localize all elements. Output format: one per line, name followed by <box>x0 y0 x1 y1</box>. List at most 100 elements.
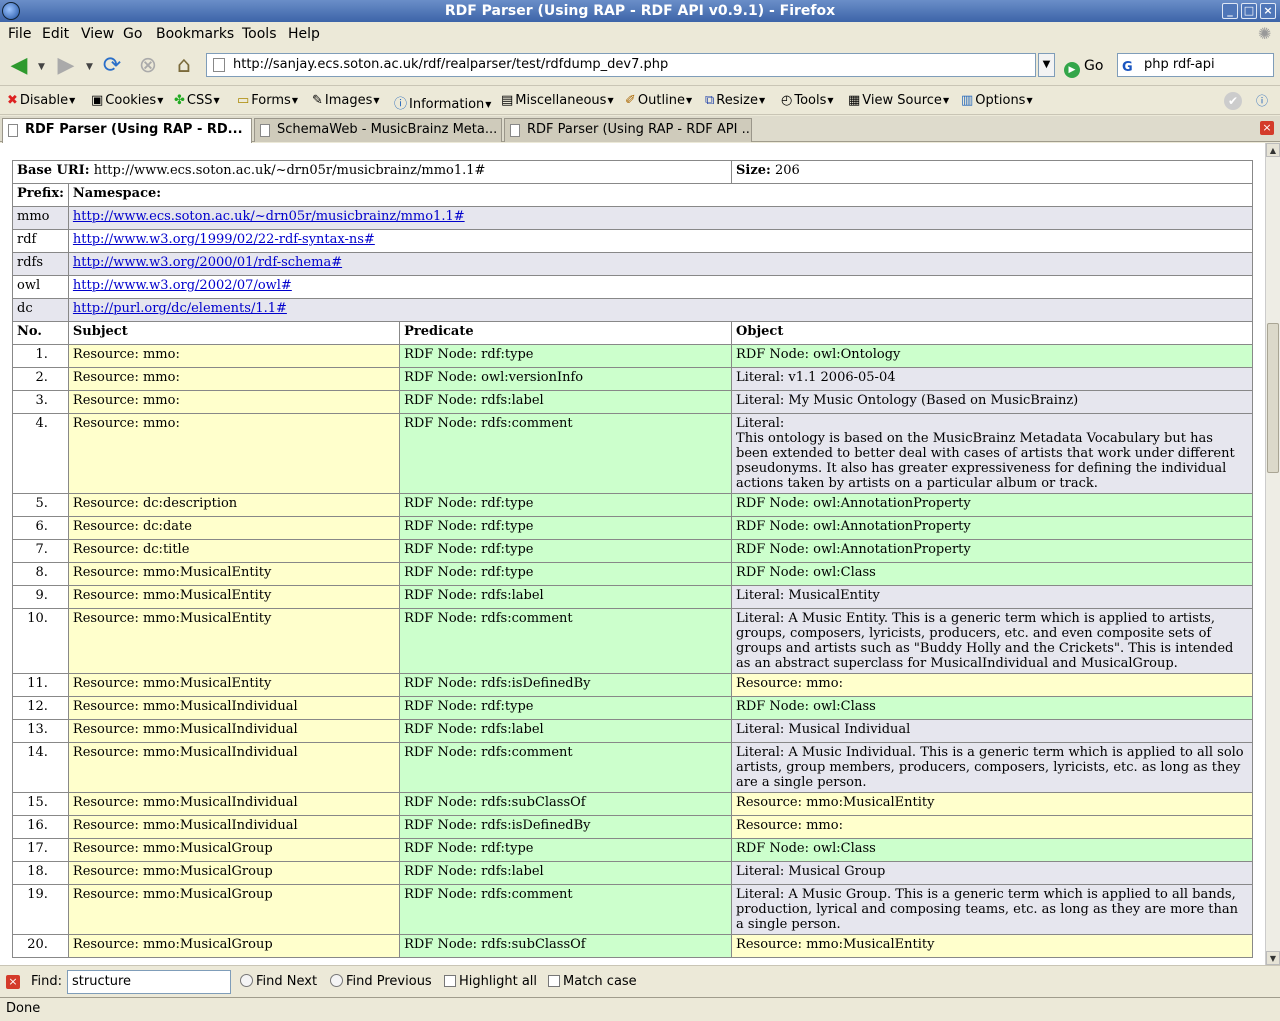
dev-css-menu[interactable]: ✤ CSS▼ <box>174 93 220 108</box>
triple-subject: Resource: dc:title <box>67 539 401 563</box>
url-dropdown-button[interactable]: ▼ <box>1038 53 1055 77</box>
information-icon: ⓘ <box>394 97 408 112</box>
validation-status-icon[interactable]: ✔ <box>1224 92 1242 110</box>
table-row: 13. Resource: mmo:MusicalIndividual RDF No… <box>12 719 1253 743</box>
triple-number: 2. <box>12 367 69 391</box>
dev-resize-menu[interactable]: ⧉ Resize▼ <box>705 93 765 108</box>
forward-button[interactable]: ▶ <box>52 52 80 80</box>
table-row: 8. Resource: mmo:MusicalEntity RDF Node: r… <box>12 562 1253 586</box>
table-row: 11. Resource: mmo:MusicalEntity RDF Node: … <box>12 673 1253 697</box>
go-button[interactable]: ▶ Go <box>1064 56 1103 78</box>
forward-dropdown-icon[interactable]: ▼ <box>86 62 93 72</box>
triple-subject: Resource: mmo: <box>67 413 401 494</box>
find-previous-icon <box>330 974 343 987</box>
tab-schemaweb[interactable]: SchemaWeb - MusicBrainz Meta... <box>254 118 502 142</box>
table-row: 4. Resource: mmo: RDF Node: rdfs:comment Li… <box>12 413 1253 494</box>
triple-number: 11. <box>12 673 69 697</box>
dev-miscellaneous-menu[interactable]: ▤ Miscellaneous▼ <box>501 93 614 108</box>
namespace-row: mmo http://www.ecs.soton.ac.uk/~drn05r/mu… <box>12 206 1254 230</box>
scroll-thumb[interactable] <box>1267 323 1279 473</box>
dev-disable-menu[interactable]: ✖ Disable▼ <box>7 93 75 108</box>
triple-predicate: RDF Node: rdfs:subClassOf <box>399 792 733 816</box>
dev-information-menu[interactable]: ⓘ Information▼ <box>394 93 491 112</box>
stop-button[interactable]: ⊗ <box>134 52 162 80</box>
namespace-link[interactable]: http://www.w3.org/2002/07/owl# <box>73 278 292 293</box>
triple-subject: Resource: mmo:MusicalIndividual <box>67 719 401 743</box>
namespace-cell: http://www.ecs.soton.ac.uk/~drn05r/music… <box>67 206 1254 230</box>
namespace-link[interactable]: http://purl.org/dc/elements/1.1# <box>73 301 287 316</box>
close-window-button[interactable]: × <box>1260 3 1276 19</box>
highlight-all-button[interactable]: Highlight all <box>444 974 537 989</box>
triple-predicate: RDF Node: rdf:type <box>399 562 733 586</box>
triple-number: 16. <box>12 815 69 839</box>
menu-tools[interactable]: Tools <box>242 26 277 42</box>
tab-rdf-parser-1[interactable]: RDF Parser (Using RAP - RD... <box>2 118 252 143</box>
maximize-button[interactable]: □ <box>1241 3 1257 19</box>
namespace-link[interactable]: http://www.w3.org/2000/01/rdf-schema# <box>73 255 342 270</box>
column-header-subject: Subject <box>67 321 401 345</box>
dev-forms-menu[interactable]: ▭ Forms▼ <box>237 93 298 108</box>
triple-number: 20. <box>12 934 69 958</box>
page-content: Base URI: http://www.ecs.soton.ac.uk/~dr… <box>0 143 1265 965</box>
tab-page-icon <box>260 124 270 137</box>
menu-go[interactable]: Go <box>123 26 142 42</box>
match-case-checkbox[interactable]: Match case <box>548 974 637 989</box>
find-previous-button[interactable]: Find Previous <box>330 974 432 989</box>
highlight-icon <box>444 975 456 987</box>
triple-predicate: RDF Node: rdf:type <box>399 516 733 540</box>
triple-subject: Resource: dc:description <box>67 493 401 517</box>
triple-object: Resource: mmo: <box>731 815 1253 839</box>
namespace-link[interactable]: http://www.ecs.soton.ac.uk/~drn05r/music… <box>73 209 465 224</box>
home-button[interactable]: ⌂ <box>170 52 198 80</box>
table-row: 12. Resource: mmo:MusicalIndividual RDF No… <box>12 696 1253 720</box>
info-icon[interactable]: ⓘ <box>1253 92 1271 110</box>
triple-object: Literal: v1.1 2006-05-04 <box>731 367 1253 391</box>
namespace-cell: http://purl.org/dc/elements/1.1# <box>67 298 1254 322</box>
triple-subject: Resource: mmo:MusicalGroup <box>67 861 401 885</box>
column-header-no: No. <box>12 321 69 345</box>
dev-images-menu[interactable]: ✎ Images▼ <box>312 93 380 108</box>
dev-tools-menu[interactable]: ◴ Tools▼ <box>781 93 834 108</box>
scroll-up-icon[interactable]: ▲ <box>1266 143 1280 157</box>
tab-rdf-parser-2[interactable]: RDF Parser (Using RAP - RDF API ... <box>504 118 752 142</box>
triple-object: Resource: mmo:MusicalEntity <box>731 934 1253 958</box>
scroll-down-icon[interactable]: ▼ <box>1266 951 1280 965</box>
menu-bookmarks[interactable]: Bookmarks <box>156 26 234 42</box>
close-find-bar-icon[interactable]: × <box>6 975 20 989</box>
menu-view[interactable]: View <box>81 26 114 42</box>
dev-cookies-menu[interactable]: ▣ Cookies▼ <box>91 93 163 108</box>
menu-file[interactable]: File <box>8 26 31 42</box>
namespace-link[interactable]: http://www.w3.org/1999/02/22-rdf-syntax-… <box>73 232 375 247</box>
reload-button[interactable]: ⟳ <box>98 52 126 80</box>
dev-view-source-menu[interactable]: ▦ View Source▼ <box>848 93 949 108</box>
triples-header-row: No. Subject Predicate Object <box>12 321 1253 345</box>
table-row: 10. Resource: mmo:MusicalEntity RDF Node: … <box>12 608 1253 674</box>
triple-predicate: RDF Node: rdfs:subClassOf <box>399 934 733 958</box>
dev-outline-menu[interactable]: ✐ Outline▼ <box>625 93 692 108</box>
minimize-button[interactable]: _ <box>1222 3 1238 19</box>
dev-options-menu[interactable]: ▥ Options▼ <box>961 93 1033 108</box>
throbber-icon: ✺ <box>1258 24 1272 43</box>
menu-help[interactable]: Help <box>288 26 320 42</box>
triple-object: Resource: mmo:MusicalEntity <box>731 792 1253 816</box>
triple-object: Literal: My Music Ontology (Based on Mus… <box>731 390 1253 414</box>
triple-predicate: RDF Node: rdfs:label <box>399 390 733 414</box>
find-next-button[interactable]: Find Next <box>240 974 317 989</box>
size-value: 206 <box>774 163 800 178</box>
url-bar[interactable]: http://sanjay.ecs.soton.ac.uk/rdf/realpa… <box>206 53 1036 77</box>
back-button[interactable]: ◀ <box>5 52 33 80</box>
triple-number: 8. <box>12 562 69 586</box>
namespace-prefix: dc <box>12 298 69 322</box>
window-title: RDF Parser (Using RAP - RDF API v0.9.1) … <box>444 3 836 19</box>
close-tab-icon[interactable]: × <box>1260 121 1274 135</box>
back-dropdown-icon[interactable]: ▼ <box>38 62 45 72</box>
triple-predicate: RDF Node: rdfs:label <box>399 585 733 609</box>
vertical-scrollbar[interactable]: ▲ ▼ <box>1265 143 1280 965</box>
triple-predicate: RDF Node: rdf:type <box>399 539 733 563</box>
menu-edit[interactable]: Edit <box>42 26 69 42</box>
namespace-cell: http://www.w3.org/1999/02/22-rdf-syntax-… <box>67 229 1254 253</box>
search-input[interactable]: G php rdf-api <box>1117 53 1274 77</box>
namespace-prefix: mmo <box>12 206 69 230</box>
find-input[interactable]: structure <box>67 970 231 994</box>
triple-predicate: RDF Node: rdf:type <box>399 493 733 517</box>
